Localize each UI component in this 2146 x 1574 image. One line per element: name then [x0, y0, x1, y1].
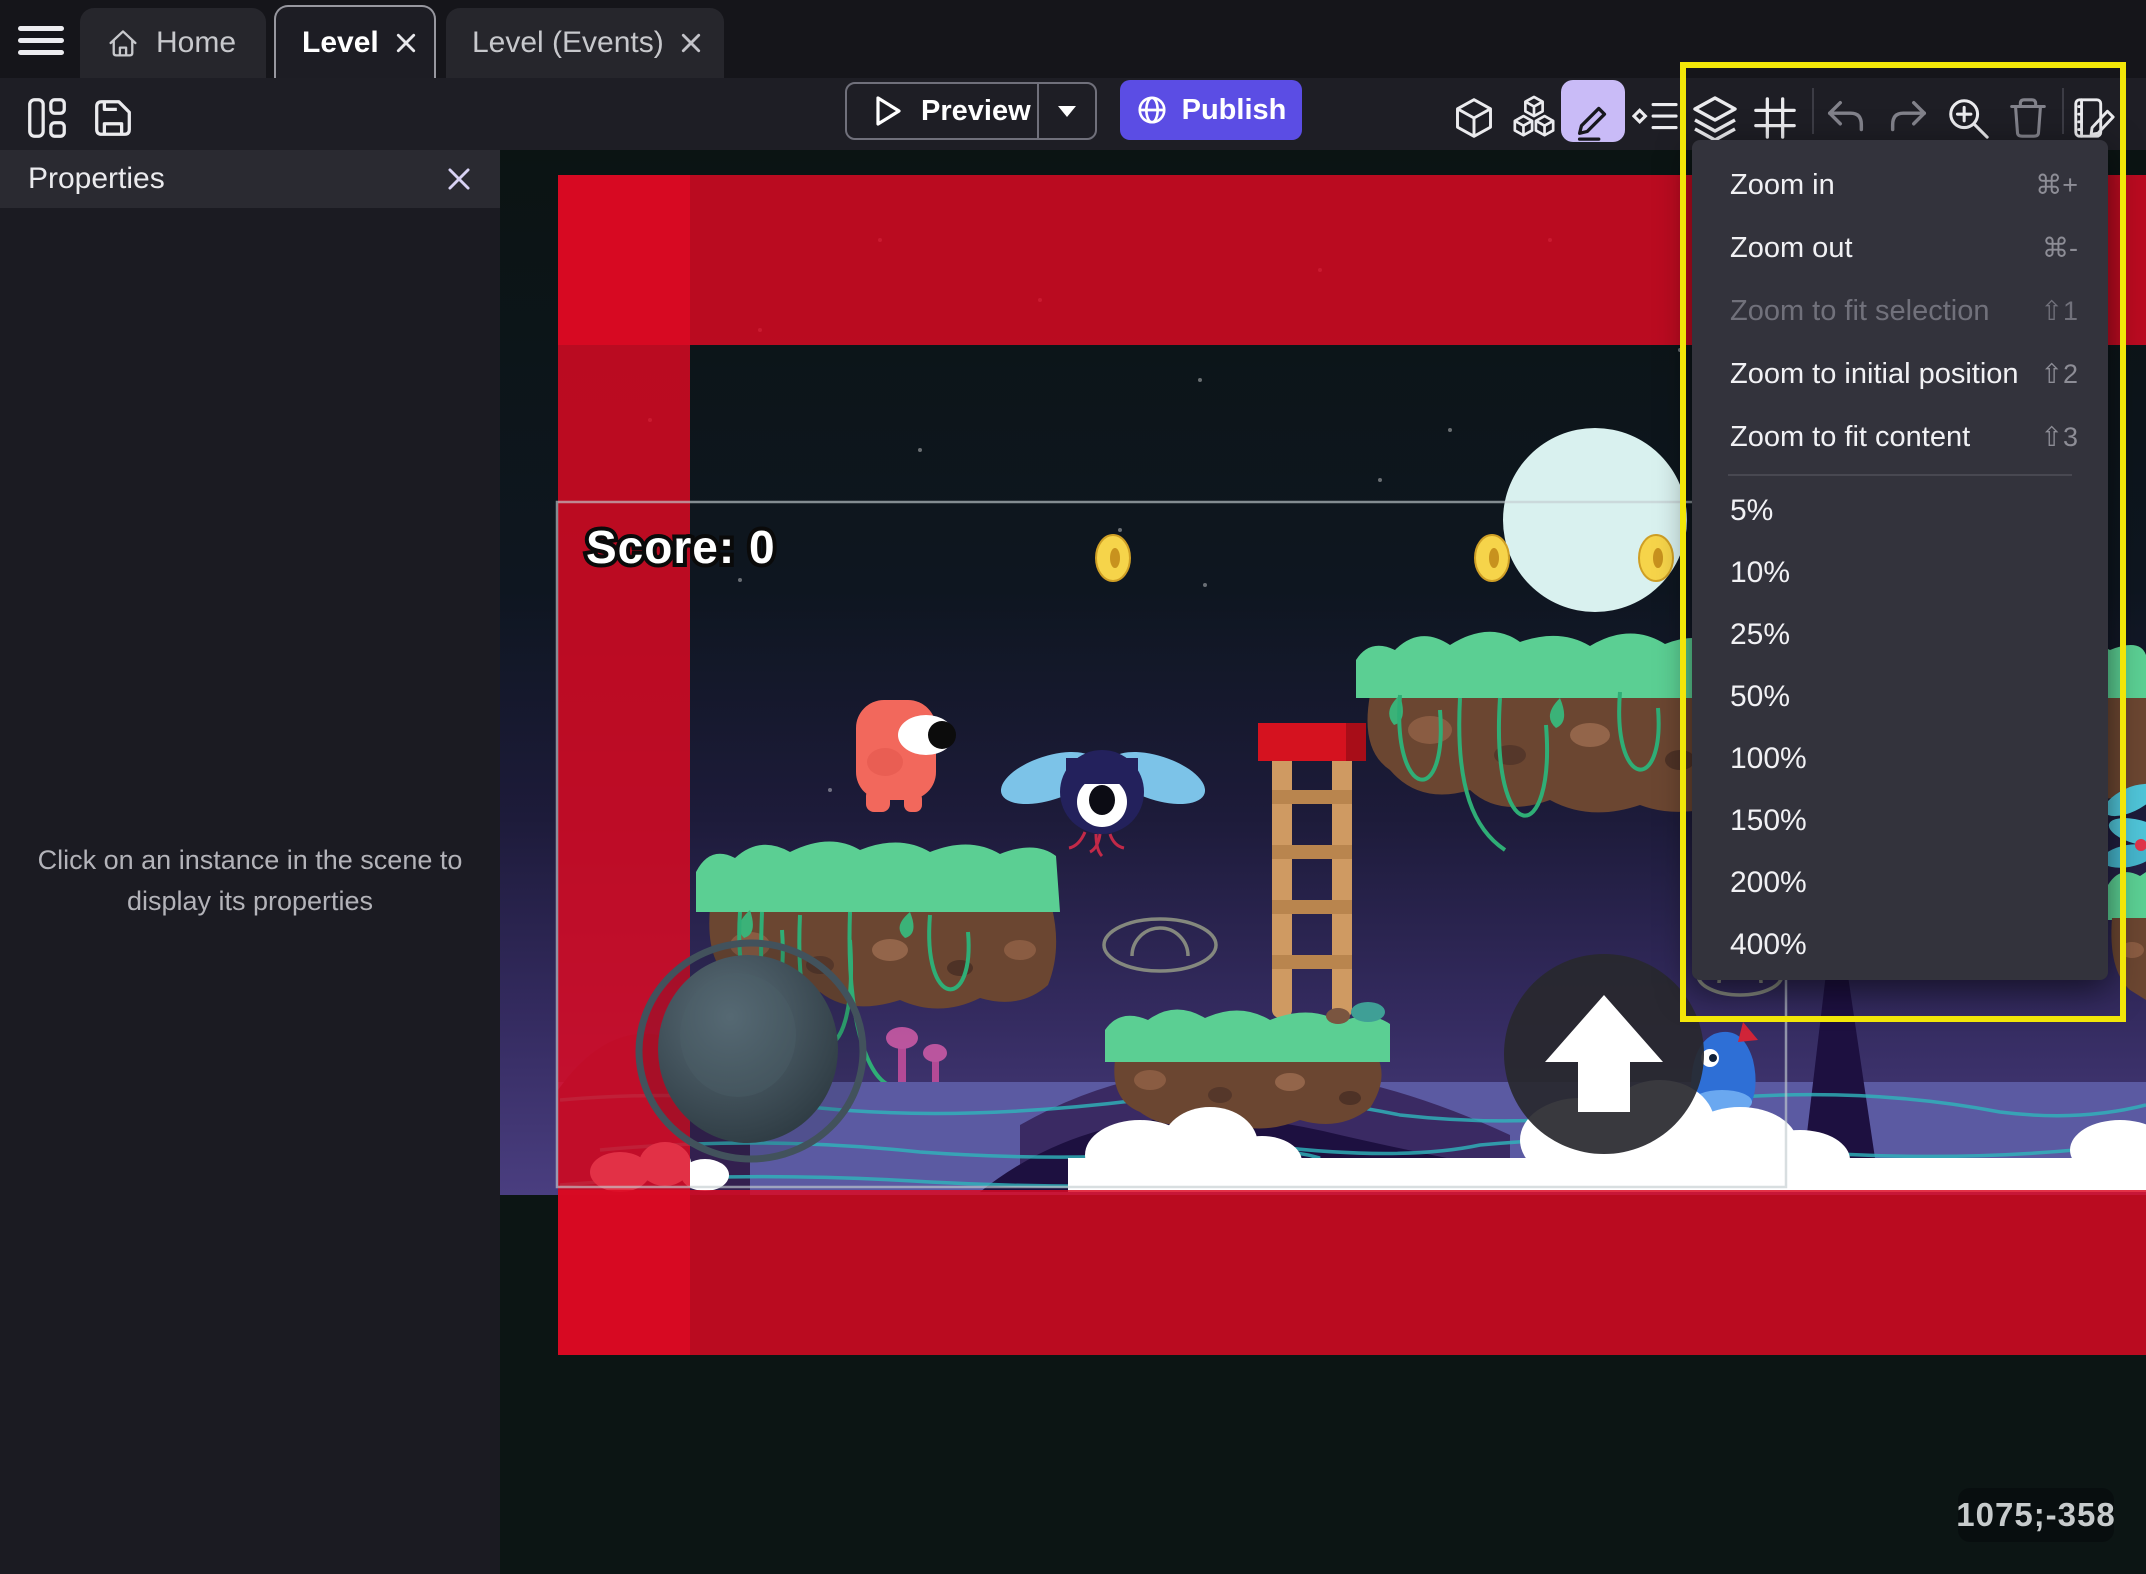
- menu-item-label: Zoom to initial position: [1730, 358, 2019, 390]
- zoom-level-label: 25%: [1730, 618, 1791, 651]
- coin: [1095, 534, 1131, 582]
- preview-label: Preview: [921, 94, 1031, 127]
- zoom-level-label: 400%: [1730, 928, 1807, 961]
- menu-item-label: Zoom out: [1730, 232, 1853, 264]
- menu-item-zoom-400[interactable]: 400%: [1692, 914, 2108, 976]
- tab-label: Level: [302, 25, 379, 59]
- moon[interactable]: [1503, 428, 1687, 612]
- zoom-level-label: 100%: [1730, 742, 1807, 775]
- menu-item-zoom-150[interactable]: 150%: [1692, 790, 2108, 852]
- shortcut-label: ⇧2: [2040, 359, 2078, 389]
- jump-button[interactable]: [1504, 954, 1704, 1154]
- menu-item-zoom-out[interactable]: Zoom out ⌘-: [1692, 217, 2108, 280]
- tab-level[interactable]: Level: [274, 5, 436, 78]
- zoom-level-label: 200%: [1730, 866, 1807, 899]
- objects-panel-icon[interactable]: [1446, 90, 1502, 146]
- menu-item-zoom-fit-content[interactable]: Zoom to fit content ⇧3: [1692, 406, 2108, 469]
- edit-mode-icon[interactable]: [1565, 90, 1621, 146]
- shortcut-label: ⇧3: [2040, 422, 2078, 452]
- coin: [1638, 534, 1674, 582]
- toolbar-separator: [1812, 88, 1814, 134]
- joystick-control[interactable]: [635, 939, 867, 1163]
- menu-item-zoom-initial-position[interactable]: Zoom to initial position ⇧2: [1692, 343, 2108, 406]
- tab-label: Home: [156, 26, 237, 59]
- tab-label: Level (Events): [472, 26, 664, 59]
- scene-properties-icon[interactable]: [2066, 90, 2122, 146]
- menu-item-zoom-200[interactable]: 200%: [1692, 852, 2108, 914]
- zoom-level-label: 50%: [1730, 680, 1791, 713]
- shortcut-label: ⌘-: [2042, 233, 2078, 263]
- menu-item-label: Zoom in: [1730, 169, 1835, 201]
- zoom-level-label: 5%: [1730, 494, 1774, 527]
- menu-item-label: Zoom to fit selection: [1730, 295, 1990, 327]
- menu-item-zoom-10[interactable]: 10%: [1692, 542, 2108, 604]
- zoom-dropdown-menu: Zoom in ⌘+ Zoom out ⌘- Zoom to fit selec…: [1692, 140, 2108, 980]
- tab-level-events[interactable]: Level (Events): [446, 8, 724, 78]
- close-icon[interactable]: [446, 166, 472, 192]
- panel-title: Properties: [28, 162, 165, 195]
- object-groups-icon[interactable]: [1506, 90, 1562, 146]
- zoom-in-icon[interactable]: [1940, 90, 1996, 146]
- platform-mid-right[interactable]: [1105, 1002, 1390, 1129]
- shortcut-label: ⌘+: [2035, 170, 2078, 200]
- cursor-coordinates: 1075;-358: [1956, 1488, 2115, 1542]
- grid-icon[interactable]: [1747, 90, 1803, 146]
- redo-icon[interactable]: [1880, 90, 1936, 146]
- red-band-left[interactable]: [558, 175, 690, 1355]
- properties-panel: Properties Click on an instance in the s…: [0, 150, 500, 1574]
- preview-button[interactable]: Preview: [845, 82, 1097, 140]
- delete-icon[interactable]: [2000, 90, 2056, 146]
- layers-icon[interactable]: [1687, 90, 1743, 146]
- menu-item-zoom-25[interactable]: 25%: [1692, 604, 2108, 666]
- menu-item-zoom-5[interactable]: 5%: [1692, 480, 2108, 542]
- zoom-level-label: 150%: [1730, 804, 1807, 837]
- score-text[interactable]: Score: 0: [582, 517, 779, 577]
- tab-home[interactable]: Home: [80, 8, 266, 78]
- menu-icon[interactable]: [18, 26, 64, 56]
- preview-main[interactable]: Preview: [847, 84, 1037, 138]
- home-icon: [106, 26, 140, 60]
- close-icon[interactable]: [395, 32, 417, 54]
- empty-state-message: Click on an instance in the scene to dis…: [37, 845, 463, 916]
- coin: [1474, 534, 1510, 582]
- menu-item-zoom-fit-selection: Zoom to fit selection ⇧1: [1692, 280, 2108, 343]
- play-icon: [873, 95, 903, 127]
- publish-button[interactable]: Publish: [1120, 80, 1302, 140]
- menu-separator: [1728, 474, 2072, 476]
- instances-list-icon[interactable]: [1627, 90, 1683, 146]
- menu-item-zoom-100[interactable]: 100%: [1692, 728, 2108, 790]
- chevron-down-icon: [1057, 105, 1077, 118]
- menu-item-zoom-50[interactable]: 50%: [1692, 666, 2108, 728]
- close-icon[interactable]: [680, 32, 702, 54]
- zoom-level-label: 10%: [1730, 556, 1791, 589]
- globe-icon: [1136, 94, 1168, 126]
- menu-item-zoom-in[interactable]: Zoom in ⌘+: [1692, 154, 2108, 217]
- undo-icon[interactable]: [1818, 90, 1874, 146]
- red-band-bottom[interactable]: [558, 1190, 2146, 1355]
- layout-icon[interactable]: [19, 90, 75, 146]
- properties-header: Properties: [0, 150, 500, 208]
- save-icon[interactable]: [85, 90, 141, 146]
- tab-bar: Home Level Level (Events): [0, 0, 2146, 78]
- shortcut-label: ⇧1: [2040, 296, 2078, 326]
- preview-options-button[interactable]: [1037, 84, 1095, 138]
- menu-item-label: Zoom to fit content: [1730, 421, 1971, 453]
- toolbar-separator: [2062, 88, 2064, 134]
- publish-label: Publish: [1181, 93, 1287, 126]
